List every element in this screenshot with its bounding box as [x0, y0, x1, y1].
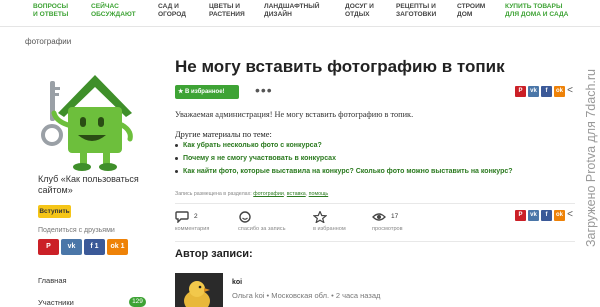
nav-item-building[interactable]: СТРОИМ ДОМ [457, 3, 485, 18]
nav-item-recipes[interactable]: РЕЦЕПТЫ И ЗАГОТОВКИ [396, 3, 436, 18]
author-heading: Автор записи: [175, 248, 253, 260]
club-mascot-house-icon [40, 63, 140, 173]
comments-stat[interactable]: 2 комментария [175, 211, 235, 239]
join-club-button[interactable]: Вступить [38, 205, 71, 218]
author-avatar[interactable] [175, 273, 223, 307]
nav-item-shop[interactable]: КУПИТЬ ТОВАРЫ ДЛЯ ДОМА И САДА [505, 3, 568, 18]
post-sections: Запись размещена в разделах: фотографии,… [175, 191, 329, 197]
vk-icon[interactable]: vk [61, 239, 82, 255]
share-icon[interactable]: < [565, 208, 575, 222]
breadcrumb[interactable]: фотографии [25, 37, 71, 46]
section-link[interactable]: вставка [287, 191, 306, 197]
divider [175, 203, 575, 204]
more-options-icon[interactable]: ••• [255, 82, 273, 98]
post-body: Уважаемая администрация! Не могу вставит… [175, 110, 414, 119]
watermark: Загружено Protva для 7dach.ru [584, 69, 598, 247]
top-navigation: ВОПРОСЫ И ОТВЕТЫ СЕЙЧАС ОБСУЖДАЮТ САД И … [0, 0, 600, 27]
vk-icon[interactable]: vk [528, 210, 539, 221]
views-stat: 17 просмотров [372, 213, 403, 232]
page-title: Не могу вставить фотографию в топик [175, 57, 505, 76]
pinterest-icon[interactable]: P [38, 239, 59, 255]
facebook-icon[interactable]: f 1 [84, 239, 105, 255]
facebook-icon[interactable]: f [541, 210, 552, 221]
pinterest-icon[interactable]: P [515, 210, 526, 221]
facebook-icon[interactable]: f [541, 86, 552, 97]
eye-icon [372, 213, 386, 221]
nav-item-garden[interactable]: САД И ОГОРОД [158, 3, 186, 18]
odnoklassniki-icon[interactable]: ok [554, 86, 565, 97]
vk-icon[interactable]: vk [528, 86, 539, 97]
post-share-buttons-top: P vk f ok < [515, 84, 575, 98]
odnoklassniki-icon[interactable]: ok 1 [107, 239, 128, 255]
sidebar-item-members[interactable]: Участники [38, 298, 74, 307]
club-title[interactable]: Клуб «Как пользоваться сайтом» [38, 174, 153, 196]
divider [175, 241, 575, 242]
section-link[interactable]: помощь [309, 191, 329, 197]
share-icon[interactable]: < [565, 84, 575, 98]
author-meta: Ольга koi • Московская обл. • 2 часа наз… [232, 291, 381, 300]
comment-icon [175, 211, 189, 223]
smile-icon [239, 211, 251, 223]
nav-item-discussing[interactable]: СЕЙЧАС ОБСУЖДАЮТ [91, 3, 136, 18]
nav-item-flowers[interactable]: ЦВЕТЫ И РАСТЕНИЯ [209, 3, 245, 18]
pinterest-icon[interactable]: P [515, 86, 526, 97]
related-heading: Другие материалы по теме: [175, 130, 272, 139]
sidebar: Клуб «Как пользоваться сайтом» Вступить … [25, 53, 155, 307]
post-share-buttons-bottom: P vk f ok < [515, 208, 575, 222]
nav-item-landscape[interactable]: ЛАНДШАФТНЫЙ ДИЗАЙН [264, 3, 319, 18]
add-to-favorites-button[interactable]: ★ В избранное! [175, 85, 239, 99]
favorites-stat[interactable]: в избранном [313, 211, 373, 239]
section-link[interactable]: фотографии [253, 191, 284, 197]
nav-item-questions[interactable]: ВОПРОСЫ И ОТВЕТЫ [33, 3, 68, 18]
sidebar-item-main[interactable]: Главная [38, 276, 67, 285]
odnoklassniki-icon[interactable]: ok [554, 210, 565, 221]
members-count-badge: 129 [129, 297, 146, 307]
author-name[interactable]: koi [232, 279, 242, 286]
share-label: Поделиться с друзьями [38, 227, 115, 234]
star-icon [313, 211, 327, 223]
thanks-stat[interactable]: спасибо за запись [238, 211, 298, 239]
post-main: Не могу вставить фотографию в топик ★ В … [175, 53, 575, 307]
nav-item-leisure[interactable]: ДОСУГ И ОТДЫХ [345, 3, 374, 18]
